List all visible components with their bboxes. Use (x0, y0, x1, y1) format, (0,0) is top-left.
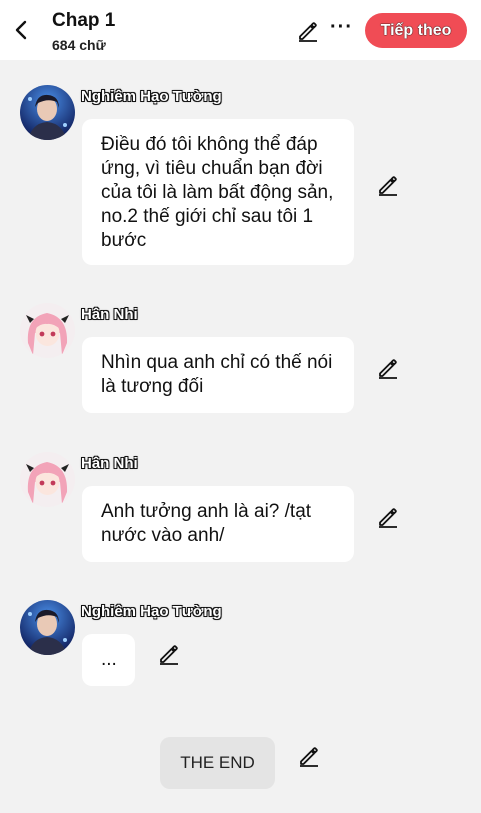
pencil-icon (376, 356, 400, 380)
message-bubble[interactable]: Anh tưởng anh là ai? /tạt nước vào anh/ (82, 486, 354, 562)
pencil-icon (297, 744, 321, 768)
message-bubble[interactable]: Nhìn qua anh chỉ có thế nói là tương đối (82, 337, 354, 413)
message-bubble[interactable]: ... (82, 634, 135, 686)
avatar-girl[interactable] (20, 452, 75, 507)
sender-name[interactable]: Hân Nhi (81, 306, 138, 323)
message-bubble[interactable]: Điều đó tôi không thể đáp ứng, vì tiêu c… (82, 119, 354, 265)
pencil-icon (376, 505, 400, 529)
pencil-icon (376, 173, 400, 197)
chevron-left-icon (15, 20, 27, 40)
word-count: 684 chữ (52, 37, 106, 53)
the-end-label[interactable]: THE END (160, 737, 275, 789)
back-button[interactable] (8, 16, 34, 44)
next-chapter-button[interactable]: Tiếp theo (365, 13, 467, 48)
pencil-icon (157, 642, 181, 666)
edit-message-button[interactable] (376, 173, 400, 197)
sender-name[interactable]: Hân Nhi (81, 455, 138, 472)
avatar-boy[interactable] (20, 85, 75, 140)
edit-chapter-button[interactable] (296, 19, 320, 43)
avatar-boy[interactable] (20, 600, 75, 655)
top-bar: Chap 1 684 chữ ··· Tiếp theo (0, 0, 481, 60)
sender-name[interactable]: Nghiêm Hạo Tường (81, 603, 222, 620)
edit-ending-button[interactable] (297, 744, 321, 768)
edit-message-button[interactable] (376, 356, 400, 380)
edit-message-button[interactable] (376, 505, 400, 529)
pencil-icon (296, 19, 320, 43)
sender-name[interactable]: Nghiêm Hạo Tường (81, 88, 222, 105)
chapter-title: Chap 1 (52, 10, 116, 31)
avatar-girl[interactable] (20, 303, 75, 358)
edit-message-button[interactable] (157, 642, 181, 666)
more-dots-icon[interactable]: ··· (330, 17, 352, 41)
